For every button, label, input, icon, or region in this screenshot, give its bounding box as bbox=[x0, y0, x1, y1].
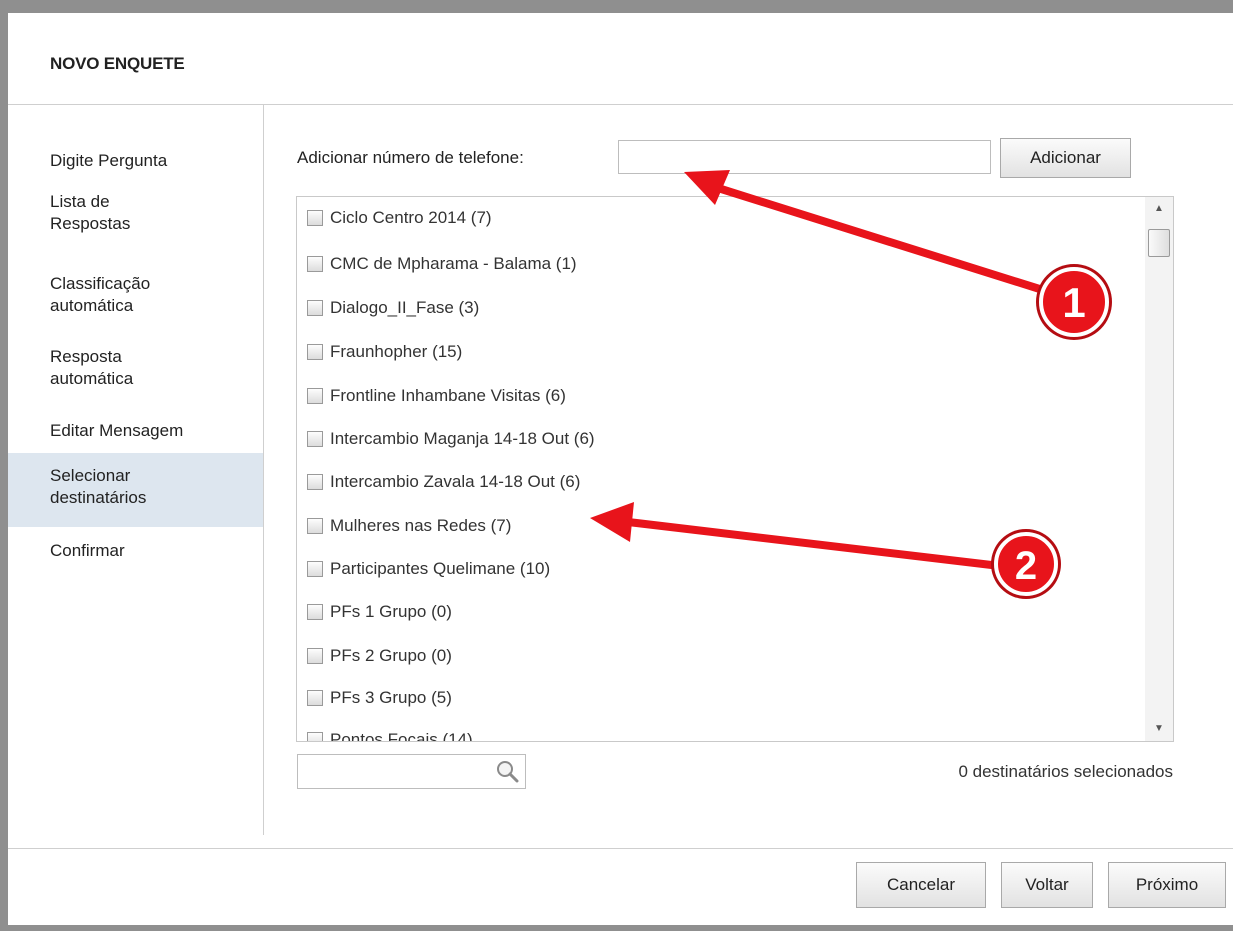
list-item[interactable]: Dialogo_II_Fase (3) bbox=[307, 296, 479, 320]
list-item[interactable]: Fraunhopher (15) bbox=[307, 340, 462, 364]
group-list-viewport: Ciclo Centro 2014 (7) CMC de Mpharama - … bbox=[297, 197, 1145, 741]
list-item[interactable]: PFs 1 Grupo (0) bbox=[307, 600, 452, 624]
list-item[interactable]: CMC de Mpharama - Balama (1) bbox=[307, 252, 577, 276]
checkbox[interactable] bbox=[307, 256, 323, 272]
window-frame-left bbox=[0, 0, 8, 931]
checkbox[interactable] bbox=[307, 474, 323, 490]
list-item[interactable]: PFs 2 Grupo (0) bbox=[307, 644, 452, 668]
checkbox[interactable] bbox=[307, 210, 323, 226]
list-item[interactable]: Ciclo Centro 2014 (7) bbox=[307, 206, 492, 230]
add-phone-button[interactable]: Adicionar bbox=[1000, 138, 1131, 178]
group-label: PFs 3 Grupo (5) bbox=[330, 688, 452, 707]
window-frame-top bbox=[0, 0, 1233, 13]
checkbox[interactable] bbox=[307, 561, 323, 577]
sidebar-item-classificacao-automatica[interactable]: Classificação automática bbox=[8, 273, 208, 325]
group-label: Frontline Inhambane Visitas (6) bbox=[330, 386, 566, 405]
group-label: CMC de Mpharama - Balama (1) bbox=[330, 254, 577, 273]
group-label: Ciclo Centro 2014 (7) bbox=[330, 208, 492, 227]
group-label: PFs 1 Grupo (0) bbox=[330, 602, 452, 621]
sidebar-item-resposta-automatica[interactable]: Resposta automática bbox=[8, 346, 198, 398]
group-label: Intercambio Maganja 14-18 Out (6) bbox=[330, 429, 595, 448]
checkbox[interactable] bbox=[307, 518, 323, 534]
list-item[interactable]: Participantes Quelimane (10) bbox=[307, 557, 550, 581]
list-item[interactable]: PFs 3 Grupo (5) bbox=[307, 686, 452, 710]
header-divider bbox=[8, 104, 1233, 105]
scroll-thumb[interactable] bbox=[1148, 229, 1170, 257]
group-search-field[interactable] bbox=[297, 754, 526, 789]
checkbox[interactable] bbox=[307, 300, 323, 316]
sidebar-item-confirmar[interactable]: Confirmar bbox=[8, 540, 263, 566]
list-item[interactable]: Frontline Inhambane Visitas (6) bbox=[307, 384, 566, 408]
checkbox[interactable] bbox=[307, 690, 323, 706]
list-item[interactable]: Pontos Focais (14) bbox=[307, 728, 473, 741]
sidebar-item-selecionar-destinatarios[interactable]: Selecionar destinatários bbox=[8, 453, 263, 527]
recipients-count: 0 destinatários selecionados bbox=[958, 762, 1173, 781]
checkbox[interactable] bbox=[307, 648, 323, 664]
window-frame-bottom bbox=[0, 925, 1233, 931]
checkbox[interactable] bbox=[307, 604, 323, 620]
sidebar-item-lista-de-respostas[interactable]: Lista de Respostas bbox=[8, 191, 183, 243]
group-label: Dialogo_II_Fase (3) bbox=[330, 298, 480, 317]
footer-divider bbox=[8, 848, 1233, 849]
group-list[interactable]: Ciclo Centro 2014 (7) CMC de Mpharama - … bbox=[296, 196, 1174, 742]
group-label: Intercambio Zavala 14-18 Out (6) bbox=[330, 472, 581, 491]
dialog-title: NOVO ENQUETE bbox=[50, 54, 185, 73]
scroll-down-arrow-icon[interactable]: ▼ bbox=[1145, 719, 1173, 737]
list-scrollbar[interactable]: ▲ ▼ bbox=[1145, 197, 1173, 741]
list-item[interactable]: Mulheres nas Redes (7) bbox=[307, 514, 511, 538]
sidebar-item-editar-mensagem[interactable]: Editar Mensagem bbox=[8, 420, 263, 446]
group-label: Participantes Quelimane (10) bbox=[330, 559, 551, 578]
cancel-button[interactable]: Cancelar bbox=[856, 862, 986, 908]
scroll-up-arrow-icon[interactable]: ▲ bbox=[1145, 199, 1173, 217]
checkbox[interactable] bbox=[307, 431, 323, 447]
group-label: PFs 2 Grupo (0) bbox=[330, 646, 452, 665]
sidebar-item-digite-pergunta[interactable]: Digite Pergunta bbox=[8, 148, 263, 174]
list-item[interactable]: Intercambio Zavala 14-18 Out (6) bbox=[307, 470, 580, 494]
sidebar-divider bbox=[263, 105, 264, 835]
checkbox[interactable] bbox=[307, 732, 323, 741]
group-label: Pontos Focais (14) bbox=[330, 730, 473, 741]
search-icon[interactable] bbox=[493, 758, 521, 786]
group-search-input[interactable] bbox=[302, 759, 491, 786]
phone-number-input[interactable] bbox=[618, 140, 991, 174]
checkbox[interactable] bbox=[307, 388, 323, 404]
group-label: Fraunhopher (15) bbox=[330, 342, 463, 361]
phone-number-label: Adicionar número de telefone: bbox=[297, 148, 524, 167]
group-label: Mulheres nas Redes (7) bbox=[330, 516, 512, 535]
back-button[interactable]: Voltar bbox=[1001, 862, 1093, 908]
list-item[interactable]: Intercambio Maganja 14-18 Out (6) bbox=[307, 427, 595, 451]
checkbox[interactable] bbox=[307, 344, 323, 360]
next-button[interactable]: Próximo bbox=[1108, 862, 1226, 908]
